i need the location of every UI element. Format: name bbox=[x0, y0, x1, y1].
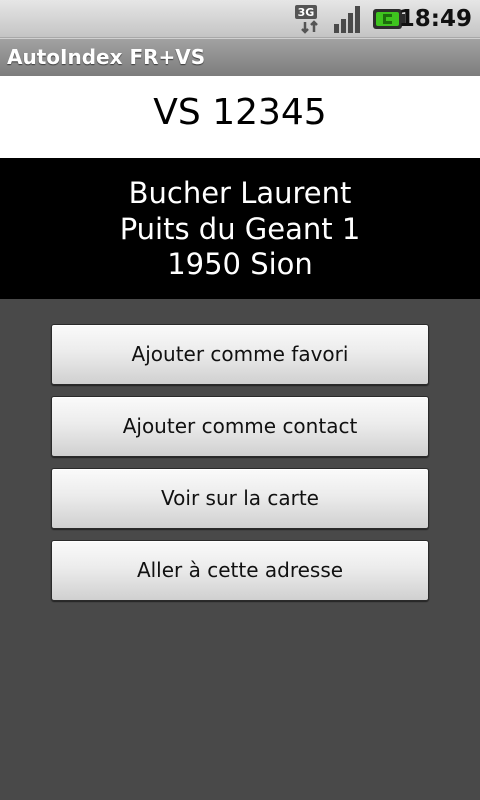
signal-strength-icon bbox=[334, 6, 360, 33]
owner-panel: Bucher Laurent Puits du Geant 1 1950 Sio… bbox=[0, 158, 480, 299]
view-on-map-button[interactable]: Voir sur la carte bbox=[51, 468, 429, 529]
network-3g-icon: 3G bbox=[295, 5, 318, 34]
plate-panel: VS 12345 bbox=[0, 76, 480, 158]
add-favorite-button[interactable]: Ajouter comme favori bbox=[51, 324, 429, 385]
add-contact-button[interactable]: Ajouter comme contact bbox=[51, 396, 429, 457]
status-bar: 3G 18:49 bbox=[0, 0, 480, 38]
owner-city: 1950 Sion bbox=[167, 247, 313, 281]
owner-name: Bucher Laurent bbox=[128, 176, 352, 210]
plate-number: VS 12345 bbox=[153, 92, 327, 133]
app-title: AutoIndex FR+VS bbox=[7, 45, 206, 69]
title-bar: AutoIndex FR+VS bbox=[0, 38, 480, 76]
navigate-to-address-button[interactable]: Aller à cette adresse bbox=[51, 540, 429, 601]
status-clock: 18:49 bbox=[398, 6, 472, 32]
owner-street: Puits du Geant 1 bbox=[119, 212, 361, 246]
app-screen: 3G 18:49 AutoIndex FR+VS VS 12345 Bucher… bbox=[0, 0, 480, 800]
network-label: 3G bbox=[298, 6, 315, 19]
